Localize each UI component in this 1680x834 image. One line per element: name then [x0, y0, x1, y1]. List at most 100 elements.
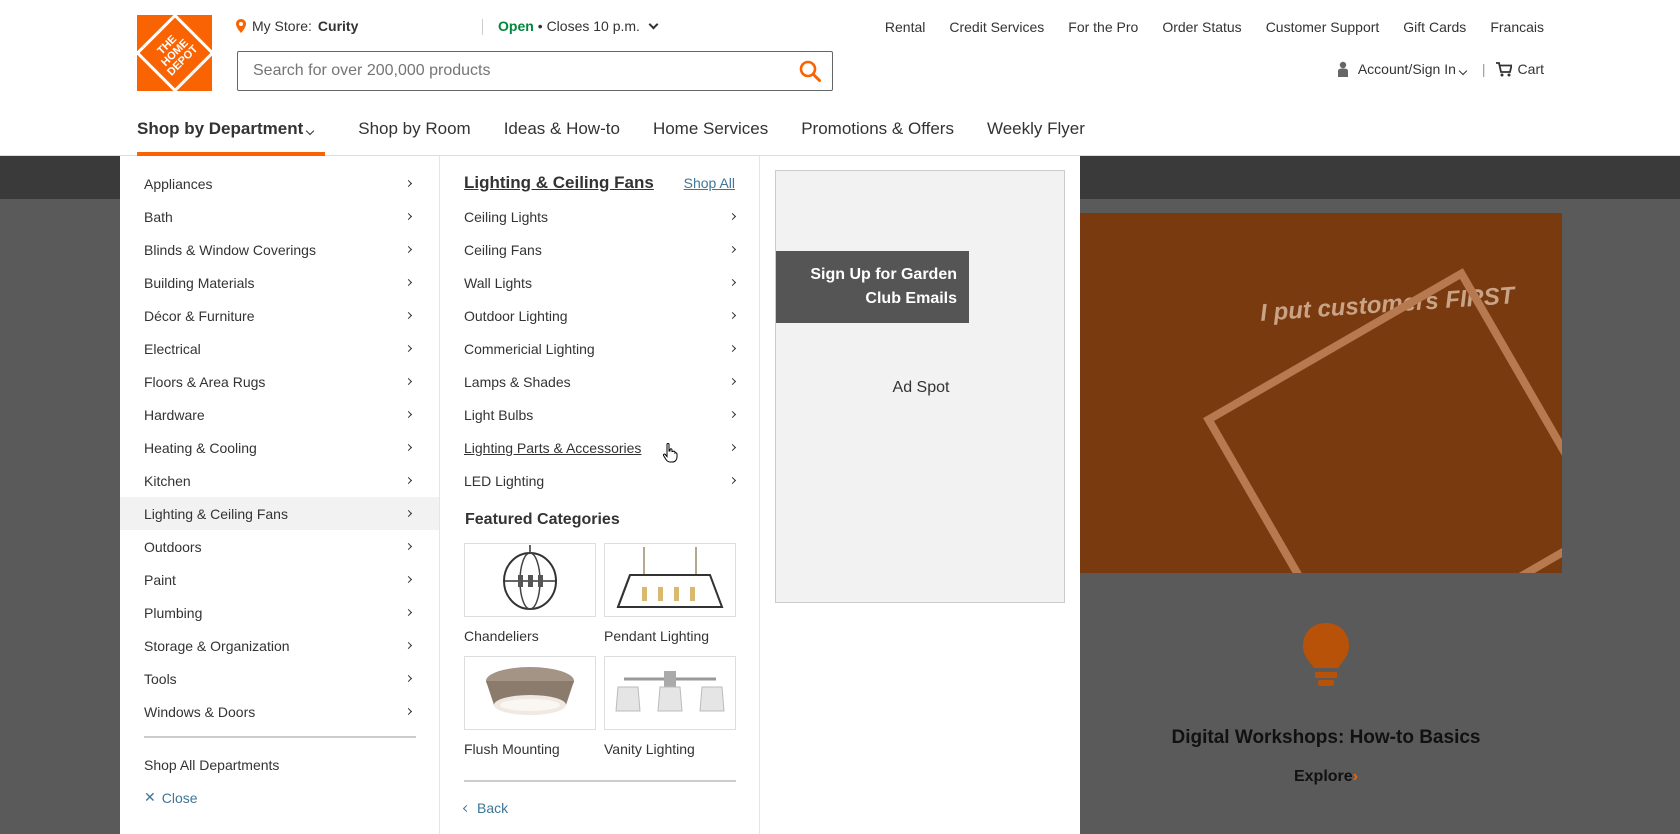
department-item-appliances[interactable]: Appliances [120, 167, 439, 200]
subcategory-light-bulbs[interactable]: Light Bulbs [440, 398, 759, 431]
store-hours[interactable]: Open • Closes 10 p.m. [498, 18, 659, 34]
util-link-credit-services[interactable]: Credit Services [949, 19, 1044, 35]
util-link-rental[interactable]: Rental [885, 19, 925, 35]
chevron-right-icon [404, 575, 413, 584]
vanity-light-icon [615, 671, 725, 712]
util-link-francais[interactable]: Francais [1490, 19, 1544, 35]
department-item-hardware[interactable]: Hardware [120, 398, 439, 431]
chevron-right-icon [728, 443, 737, 452]
chevron-right-icon [404, 476, 413, 485]
account-divider: | [1481, 61, 1486, 77]
subcategory-lighting-parts[interactable]: Lighting Parts & Accessories [440, 431, 759, 464]
chevron-down-icon [1458, 66, 1468, 76]
chevron-right-icon [404, 179, 413, 188]
category-title[interactable]: Lighting & Ceiling Fans [464, 173, 654, 193]
chevron-down-icon [648, 19, 659, 29]
department-item-paint[interactable]: Paint [120, 563, 439, 596]
department-item-blinds[interactable]: Blinds & Window Coverings [120, 233, 439, 266]
chevron-down-icon [306, 126, 315, 136]
chevron-right-icon [404, 278, 413, 287]
workshop-title: Digital Workshops: How-to Basics [1171, 727, 1481, 748]
chevron-right-icon [728, 344, 737, 353]
nav-promotions-offers[interactable]: Promotions & Offers [801, 110, 954, 156]
store-name: Curity [317, 18, 359, 34]
department-item-decor[interactable]: Décor & Furniture [120, 299, 439, 332]
nav-shop-by-room[interactable]: Shop by Room [358, 110, 470, 156]
hero-logo-mark [1203, 268, 1562, 573]
subcategory-wall-lights[interactable]: Wall Lights [440, 266, 759, 299]
flush-mount-icon [486, 667, 574, 715]
featured-pendant-lighting[interactable]: Pendant Lighting [604, 543, 736, 644]
nav-weekly-flyer[interactable]: Weekly Flyer [987, 110, 1085, 156]
department-item-outdoors[interactable]: Outdoors [120, 530, 439, 563]
department-item-windows-doors[interactable]: Windows & Doors [120, 695, 439, 728]
featured-label: Flush Mounting [464, 741, 560, 757]
hero-image: I put customers FIRST [1080, 213, 1562, 573]
explore-link[interactable]: Explore› [1080, 768, 1572, 786]
subcategory-commercial-lighting[interactable]: Commericial Lighting [440, 332, 759, 365]
ad-container: Sign Up for Garden Club Emails Ad Spot [775, 170, 1065, 603]
chandelier-image [464, 543, 596, 617]
chevron-right-icon [404, 410, 413, 419]
nav-ideas-how-to[interactable]: Ideas & How-to [504, 110, 620, 156]
featured-label: Pendant Lighting [604, 628, 710, 644]
divider [464, 780, 736, 782]
subcategory-ceiling-fans[interactable]: Ceiling Fans [440, 233, 759, 266]
department-column: Appliances Bath Blinds & Window Covering… [120, 156, 440, 834]
department-item-heating-cooling[interactable]: Heating & Cooling [120, 431, 439, 464]
util-link-customer-support[interactable]: Customer Support [1266, 19, 1380, 35]
department-item-electrical[interactable]: Electrical [120, 332, 439, 365]
divider [144, 736, 416, 738]
chevron-right-icon [404, 641, 413, 650]
back-button[interactable]: Back [462, 800, 508, 816]
featured-vanity-lighting[interactable]: Vanity Lighting [604, 656, 736, 757]
featured-grid: Chandeliers Pendant Lighting Flush Mount… [464, 543, 736, 757]
featured-flush-mounting[interactable]: Flush Mounting [464, 656, 596, 757]
subcategory-led-lighting[interactable]: LED Lighting [440, 464, 759, 497]
featured-chandeliers[interactable]: Chandeliers [464, 543, 596, 644]
hand-cursor-icon [662, 443, 678, 463]
search-input[interactable] [238, 52, 788, 90]
nav-home-services[interactable]: Home Services [653, 110, 768, 156]
util-link-gift-cards[interactable]: Gift Cards [1403, 19, 1466, 35]
open-status: Open [498, 18, 534, 34]
cart-icon [1495, 61, 1512, 76]
account-link[interactable]: Account/Sign In [1358, 61, 1472, 77]
util-link-order-status[interactable]: Order Status [1162, 19, 1241, 35]
close-menu-button[interactable]: ✕ Close [144, 789, 198, 806]
chevron-right-icon [404, 344, 413, 353]
garden-club-signup-button[interactable]: Sign Up for Garden Club Emails [776, 251, 969, 323]
util-link-for-the-pro[interactable]: For the Pro [1068, 19, 1138, 35]
close-icon: ✕ [144, 789, 156, 805]
shop-all-departments-link[interactable]: Shop All Departments [144, 757, 279, 773]
subcategory-column: Lighting & Ceiling Fans Shop All Ceiling… [440, 156, 760, 834]
department-item-building-materials[interactable]: Building Materials [120, 266, 439, 299]
chevron-right-icon [728, 311, 737, 320]
shop-all-link[interactable]: Shop All [684, 175, 735, 191]
lightbulb-icon [1303, 623, 1349, 686]
nav-shop-by-department[interactable]: Shop by Department [137, 110, 326, 156]
chevron-right-icon [728, 212, 737, 221]
department-item-bath[interactable]: Bath [120, 200, 439, 233]
search-bar [237, 51, 833, 91]
chevron-right-icon [728, 278, 737, 287]
search-button[interactable] [788, 52, 832, 90]
department-list: Appliances Bath Blinds & Window Covering… [120, 167, 439, 728]
my-store[interactable]: My Store: Curity [236, 18, 358, 34]
cart-link[interactable]: Cart [1495, 61, 1544, 77]
department-item-kitchen[interactable]: Kitchen [120, 464, 439, 497]
subcategory-lamps-shades[interactable]: Lamps & Shades [440, 365, 759, 398]
chevron-right-icon [404, 542, 413, 551]
department-item-floors[interactable]: Floors & Area Rugs [120, 365, 439, 398]
search-icon [799, 60, 821, 82]
department-item-lighting[interactable]: Lighting & Ceiling Fans [120, 497, 439, 530]
home-depot-logo[interactable]: THE HOME DEPOT [134, 13, 215, 93]
chandelier-icon [503, 545, 557, 610]
chevron-right-icon [404, 311, 413, 320]
subcategory-ceiling-lights[interactable]: Ceiling Lights [440, 200, 759, 233]
store-label: My Store: [252, 18, 312, 34]
subcategory-outdoor-lighting[interactable]: Outdoor Lighting [440, 299, 759, 332]
department-item-storage[interactable]: Storage & Organization [120, 629, 439, 662]
department-item-plumbing[interactable]: Plumbing [120, 596, 439, 629]
department-item-tools[interactable]: Tools [120, 662, 439, 695]
